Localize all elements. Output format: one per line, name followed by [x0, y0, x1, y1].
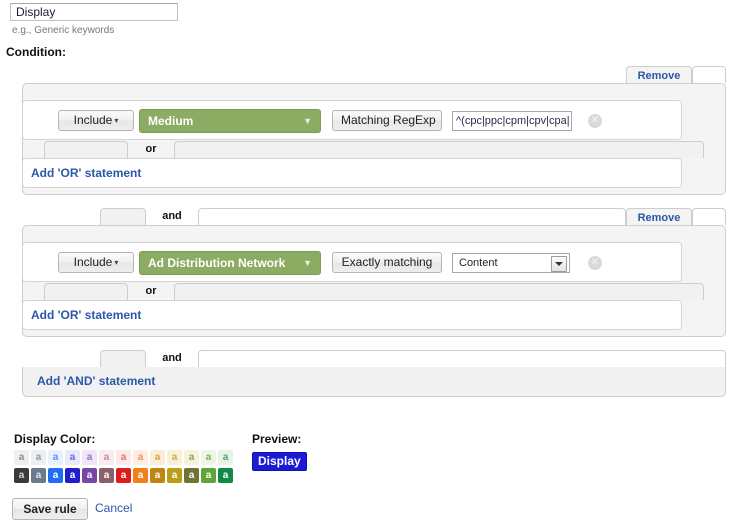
chevron-down-icon: ▼ — [303, 258, 312, 268]
color-swatch-dark-6[interactable]: a — [116, 468, 131, 483]
color-swatch-light-11[interactable]: a — [201, 450, 216, 465]
remove-condition-2-link[interactable]: Remove — [638, 212, 681, 224]
color-swatch-dark-10[interactable]: a — [184, 468, 199, 483]
remove-condition-1-tab[interactable]: Remove — [626, 66, 692, 83]
color-swatch-light-3[interactable]: a — [65, 450, 80, 465]
display-color-light-swatches[interactable]: aaaaaaaaaaaaa — [14, 450, 233, 465]
color-swatch-light-7[interactable]: a — [133, 450, 148, 465]
and-tab-right-1 — [198, 208, 626, 225]
or-tab-right-2 — [174, 283, 704, 300]
color-swatch-dark-5[interactable]: a — [99, 468, 114, 483]
or-tab-left-1 — [44, 141, 128, 158]
condition-2-dimension-select[interactable]: Ad Distribution Network ▼ — [139, 251, 321, 275]
color-swatch-dark-0[interactable]: a — [14, 468, 29, 483]
save-rule-button[interactable]: Save rule — [12, 498, 88, 520]
condition-1-operator-label: Matching RegExp — [341, 113, 436, 127]
condition-1-dimension-label: Medium — [148, 114, 194, 128]
condition-2-clear-icon[interactable]: ✕ — [588, 256, 602, 270]
condition-2-or-tabstrip: or — [44, 283, 704, 300]
color-swatch-light-12[interactable]: a — [218, 450, 233, 465]
condition-2-add-or-bar[interactable]: Add 'OR' statement — [22, 300, 682, 330]
condition-1-include-label: Include — [73, 113, 113, 127]
and-tab-left-1 — [100, 208, 146, 225]
add-and-bar[interactable]: Add 'AND' statement — [22, 367, 726, 397]
chevron-down-icon: ▾ — [114, 116, 119, 125]
condition-1-clear-icon[interactable]: ✕ — [588, 114, 602, 128]
rule-name-hint: e.g., Generic keywords — [12, 25, 115, 36]
color-swatch-light-2[interactable]: a — [48, 450, 63, 465]
condition-2-tab-filler — [692, 208, 726, 225]
rule-editor-page: e.g., Generic keywords Condition: Remove… — [0, 0, 740, 520]
or-label-2: or — [128, 283, 174, 300]
condition-1-dimension-select[interactable]: Medium ▼ — [139, 109, 321, 133]
condition-1-value-input[interactable]: ^(cpc|ppc|cpm|cpv|cpa| — [452, 111, 572, 131]
condition-2-operator-button[interactable]: Exactly matching — [332, 252, 442, 273]
display-color-label: Display Color: — [14, 432, 96, 446]
add-and-tabstrip: and — [22, 350, 726, 367]
or-label-1: or — [128, 141, 174, 158]
add-or-statement-link-1[interactable]: Add 'OR' statement — [31, 166, 141, 180]
or-tab-right-1 — [174, 141, 704, 158]
remove-condition-1-link[interactable]: Remove — [638, 70, 681, 82]
add-or-statement-link-2[interactable]: Add 'OR' statement — [31, 308, 141, 322]
and-label-1: and — [146, 208, 198, 225]
color-swatch-dark-12[interactable]: a — [218, 468, 233, 483]
add-and-statement-link[interactable]: Add 'AND' statement — [37, 374, 155, 388]
chevron-down-icon: ▼ — [303, 116, 312, 126]
condition-2-tabstrip: and Remove — [22, 208, 726, 225]
condition-2-include-button[interactable]: Include ▾ — [58, 252, 134, 273]
color-swatch-light-10[interactable]: a — [184, 450, 199, 465]
condition-2-dimension-label: Ad Distribution Network — [148, 256, 286, 270]
color-swatch-light-5[interactable]: a — [99, 450, 114, 465]
color-swatch-dark-2[interactable]: a — [48, 468, 63, 483]
color-swatch-dark-1[interactable]: a — [31, 468, 46, 483]
condition-2-operator-label: Exactly matching — [341, 255, 433, 269]
color-swatch-dark-8[interactable]: a — [150, 468, 165, 483]
cancel-link[interactable]: Cancel — [95, 501, 132, 515]
color-swatch-light-0[interactable]: a — [14, 450, 29, 465]
chevron-down-icon: ▾ — [114, 258, 119, 267]
condition-1-or-tabstrip: or — [44, 141, 704, 158]
and-text-2: and — [162, 352, 182, 364]
color-swatch-light-6[interactable]: a — [116, 450, 131, 465]
condition-1-add-or-bar[interactable]: Add 'OR' statement — [22, 158, 682, 188]
rule-name-input[interactable] — [10, 3, 178, 21]
condition-1-include-button[interactable]: Include ▾ — [58, 110, 134, 131]
condition-2-value-select[interactable]: Content — [452, 253, 570, 273]
preview-badge: Display — [252, 452, 307, 471]
and-tab-right-2 — [198, 350, 726, 367]
remove-condition-2-tab[interactable]: Remove — [626, 208, 692, 225]
or-text-1: or — [145, 143, 157, 155]
condition-1-operator-button[interactable]: Matching RegExp — [332, 110, 442, 131]
color-swatch-light-4[interactable]: a — [82, 450, 97, 465]
display-color-dark-swatches[interactable]: aaaaaaaaaaaaa — [14, 468, 233, 483]
condition-2-value-label: Content — [459, 257, 498, 269]
color-swatch-dark-7[interactable]: a — [133, 468, 148, 483]
and-text-1: and — [162, 210, 182, 222]
color-swatch-dark-11[interactable]: a — [201, 468, 216, 483]
condition-1-tab-filler — [692, 66, 726, 83]
condition-section-label: Condition: — [6, 45, 66, 59]
color-swatch-light-9[interactable]: a — [167, 450, 182, 465]
color-swatch-dark-3[interactable]: a — [65, 468, 80, 483]
and-tab-left-2 — [100, 350, 146, 367]
and-label-2: and — [146, 350, 198, 367]
color-swatch-dark-4[interactable]: a — [82, 468, 97, 483]
color-swatch-dark-9[interactable]: a — [167, 468, 182, 483]
color-swatch-light-1[interactable]: a — [31, 450, 46, 465]
or-tab-left-2 — [44, 283, 128, 300]
save-rule-label: Save rule — [23, 502, 77, 516]
chevron-down-icon[interactable] — [551, 256, 567, 272]
preview-label: Preview: — [252, 432, 302, 446]
or-text-2: or — [145, 285, 157, 297]
condition-1-tabstrip: Remove — [22, 66, 726, 83]
color-swatch-light-8[interactable]: a — [150, 450, 165, 465]
condition-2-include-label: Include — [73, 255, 113, 269]
